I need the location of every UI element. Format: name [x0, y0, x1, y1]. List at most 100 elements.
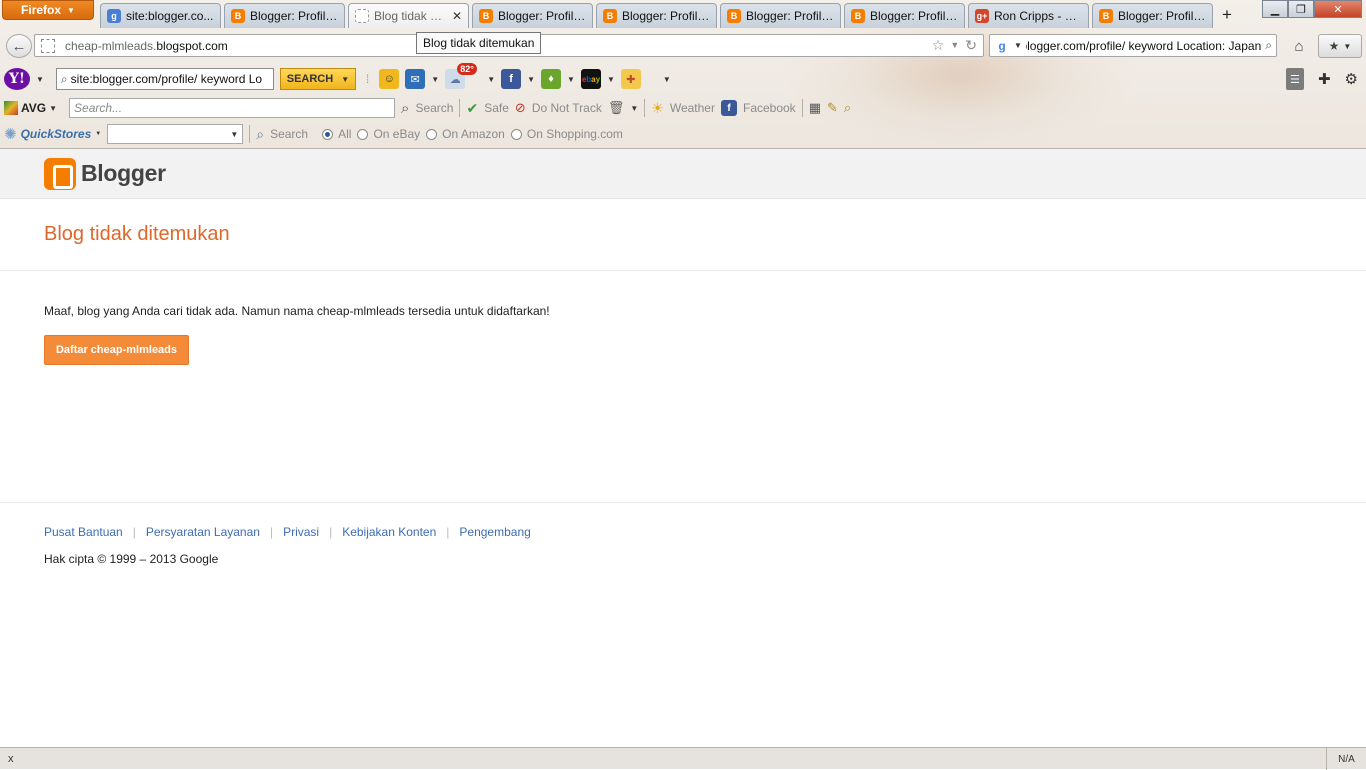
url-dropdown-icon[interactable]: ▼: [950, 37, 959, 54]
ebay-icon[interactable]: ebay: [580, 69, 601, 89]
bookmark-star-icon[interactable]: ☆: [932, 37, 945, 54]
tab-3[interactable]: Blog tidak dit... ✕: [348, 3, 469, 28]
list-menu-icon[interactable]: ☰: [1285, 68, 1304, 90]
close-tab-icon[interactable]: ✕: [452, 9, 462, 23]
mail-icon[interactable]: ✉: [405, 69, 426, 89]
page-title: Blog tidak ditemukan: [44, 223, 230, 245]
tab-2[interactable]: B Blogger: Profil U...: [224, 3, 345, 28]
home-button[interactable]: ⌂: [1287, 34, 1311, 58]
chevron-down-icon[interactable]: ▼: [527, 75, 535, 84]
trash-icon[interactable]: 🗑: [608, 100, 625, 116]
facebook-button[interactable]: Facebook: [743, 101, 796, 115]
quickstores-logo[interactable]: ✺ QuickStores ▼: [4, 125, 101, 143]
tab-4[interactable]: B Blogger: Profil U...: [472, 3, 593, 28]
chevron-down-icon[interactable]: ▼: [567, 75, 575, 84]
maximize-button[interactable]: ❐: [1288, 0, 1314, 18]
radio-button[interactable]: [357, 128, 369, 140]
tab-label: Blogger: Profil U...: [498, 9, 586, 23]
notepad-icon[interactable]: ✎: [827, 100, 838, 116]
yahoo-toolbar: Y! ▼ ⌕ site:blogger.com/profile/ keyword…: [0, 63, 1366, 94]
search-engine-dropdown-icon[interactable]: ▼: [1014, 41, 1022, 50]
footer-link[interactable]: Privasi: [283, 525, 319, 539]
yahoo-search-value: site:blogger.com/profile/ keyword Lo: [70, 72, 263, 86]
chevron-down-icon[interactable]: ▼: [431, 75, 439, 84]
blogger-logo-icon[interactable]: [44, 157, 76, 190]
games-icon[interactable]: ♦: [541, 69, 562, 89]
tab-label: Blogger: Profil U...: [1118, 9, 1206, 23]
search-icon[interactable]: ⌕: [401, 100, 409, 117]
magnifier-icon[interactable]: ⌕: [844, 100, 851, 116]
footer-link[interactable]: Pengembang: [459, 525, 530, 539]
search-icon[interactable]: ⌕: [256, 126, 264, 143]
bookmarks-star-icon: ★: [1328, 39, 1340, 53]
safe-button[interactable]: Safe: [484, 101, 509, 115]
chevron-down-icon[interactable]: ▼: [663, 75, 671, 84]
facebook-icon[interactable]: f: [501, 69, 522, 89]
quickstores-select[interactable]: ▼: [107, 124, 244, 144]
yahoo-search-input[interactable]: ⌕ site:blogger.com/profile/ keyword Lo: [55, 68, 274, 90]
radio-option-4[interactable]: On Shopping.com: [510, 127, 623, 141]
footer-divider: |: [132, 525, 136, 539]
blogger-wordmark[interactable]: Blogger: [81, 160, 166, 187]
firefox-menu-button[interactable]: Firefox ▼: [2, 0, 94, 20]
blogger-icon: B: [1099, 9, 1113, 23]
radio-button[interactable]: [322, 128, 334, 140]
radio-button[interactable]: [510, 128, 522, 140]
yahoo-search-button[interactable]: SEARCH ▼: [279, 68, 356, 90]
register-blog-button[interactable]: Daftar cheap-mlmleads: [44, 335, 189, 365]
google-icon[interactable]: g: [994, 38, 1010, 54]
weather-button[interactable]: Weather: [670, 101, 715, 115]
divider: [644, 99, 646, 117]
footer-link[interactable]: Persyaratan Layanan: [146, 525, 260, 539]
reload-icon[interactable]: ↻: [965, 37, 977, 54]
avg-search-button[interactable]: Search: [415, 101, 453, 115]
back-button[interactable]: ←: [6, 34, 32, 58]
tab-1[interactable]: g site:blogger.co...: [100, 3, 221, 28]
avg-search-input[interactable]: Search...: [69, 98, 396, 118]
weather-cloud-icon[interactable]: ☁ 82°: [445, 63, 477, 89]
search-icon: ⌕: [60, 71, 68, 86]
footer-link[interactable]: Pusat Bantuan: [44, 525, 123, 539]
yahoo-logo[interactable]: Y!: [4, 68, 30, 90]
new-tab-button[interactable]: +: [1216, 5, 1238, 25]
radio-option-3[interactable]: On Amazon: [426, 127, 505, 141]
do-not-track-button[interactable]: Do Not Track: [532, 101, 602, 115]
chevron-down-icon[interactable]: ▼: [36, 75, 44, 84]
radio-option-1[interactable]: All: [322, 127, 351, 141]
bookmarks-menu-button[interactable]: ★ ▼: [1318, 34, 1362, 58]
radio-label: All: [338, 127, 352, 141]
puzzle-icon[interactable]: ✚: [620, 69, 641, 89]
status-bar: x N/A: [0, 747, 1366, 770]
blogger-icon: B: [851, 9, 865, 23]
quickstores-toolbar: ✺ QuickStores ▼ ▼ ⌕ Search All On eBay On …: [0, 121, 1366, 147]
calculator-icon[interactable]: ▦: [809, 100, 821, 116]
radio-button[interactable]: [426, 128, 438, 140]
minimize-button[interactable]: ▁: [1262, 0, 1288, 18]
tab-strip: Firefox ▼ g site:blogger.co... B Blogger: P…: [0, 0, 1366, 30]
tab-8[interactable]: g+ Ron Cripps - Go...: [968, 3, 1089, 28]
chevron-down-icon[interactable]: ▼: [630, 104, 638, 113]
search-icon[interactable]: ⌕: [1265, 38, 1272, 53]
chevron-down-icon[interactable]: ▼: [607, 75, 615, 84]
navigation-bar: ← cheap-mlmleads. blogspot.com ☆ ▼ ↻ Blog…: [0, 30, 1366, 62]
quickstores-search-button[interactable]: Search: [270, 127, 308, 141]
tab-label: site:blogger.co...: [126, 9, 214, 23]
avg-logo[interactable]: AVG ▼: [4, 101, 57, 115]
chevron-down-icon: ▼: [1343, 41, 1352, 51]
gear-icon[interactable]: ⚙: [1345, 70, 1358, 88]
close-addon-bar-button[interactable]: x: [8, 753, 14, 765]
add-icon[interactable]: ✚: [1318, 70, 1331, 88]
messenger-icon[interactable]: ☺: [379, 69, 400, 89]
tab-6[interactable]: B Blogger: Profil U...: [720, 3, 841, 28]
footer-link[interactable]: Kebijakan Konten: [342, 525, 436, 539]
divider: [249, 125, 251, 143]
quickstores-logo-label: QuickStores: [20, 127, 92, 141]
web-search-bar[interactable]: g ▼ site:blogger.com/profile/ keyword Lo…: [989, 34, 1277, 57]
tab-7[interactable]: B Blogger: Profil U...: [844, 3, 965, 28]
close-window-button[interactable]: ✕: [1314, 0, 1362, 18]
tab-label: Blog tidak dit...: [374, 9, 447, 23]
chevron-down-icon[interactable]: ▼: [487, 75, 495, 84]
tab-9[interactable]: B Blogger: Profil U...: [1092, 3, 1213, 28]
tab-5[interactable]: B Blogger: Profil U...: [596, 3, 717, 28]
radio-option-2[interactable]: On eBay: [357, 127, 420, 141]
